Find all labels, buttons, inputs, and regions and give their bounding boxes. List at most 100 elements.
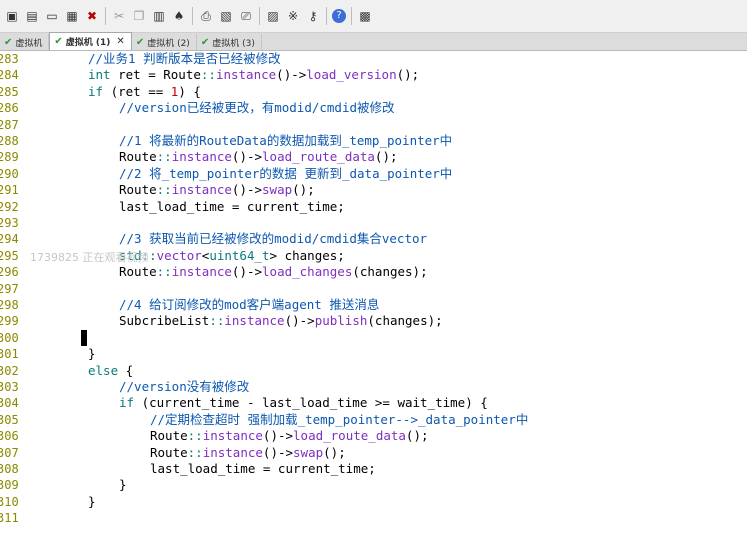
- toolbar: ▣ ▤ ▭ ▦ ✖ ✂ ❐ ▥ ♠ ⎙ ▧ ⎚ ▨ ※ ⚷ ? ▩: [0, 0, 747, 33]
- code-line: 298 //4 给订阅修改的mod客户端agent 推送消息: [0, 297, 747, 313]
- code-text: //定期检查超时 强制加载_temp_pointer-->_data_point…: [150, 411, 529, 427]
- code-editor[interactable]: 283 //业务1 判断版本是否已经被修改 284 int ret = Route::…: [0, 51, 747, 535]
- line-number: 295: [0, 248, 19, 263]
- preview-icon[interactable]: ▧: [218, 8, 234, 24]
- line-number: 287: [0, 117, 19, 132]
- tab-bar: ✔ 虚拟机 ✔ 虚拟机 (1) ✕ ✔ 虚拟机 (2) ✔ 虚拟机 (3): [0, 32, 747, 51]
- code-line: 301}: [0, 346, 747, 362]
- line-number: 285: [0, 84, 19, 99]
- code-line: 296 Route::instance()->load_changes(chang…: [0, 264, 747, 280]
- code-text: Route::instance()->load_route_data();: [119, 149, 398, 165]
- toolbar-separator: [192, 7, 193, 25]
- code-line: 293: [0, 215, 747, 231]
- code-line: 290 //2 将_temp_pointer的数据 更新到_data_pointe…: [0, 166, 747, 182]
- code-text: Route::instance()->load_route_data();: [150, 428, 429, 444]
- line-number: 289: [0, 150, 19, 165]
- code-text: }: [88, 493, 96, 509]
- save-all-icon[interactable]: ▤: [24, 8, 40, 24]
- print-setup-icon[interactable]: ▦: [64, 8, 80, 24]
- tab-label: 虚拟机: [15, 38, 43, 49]
- print-icon[interactable]: ⎙: [198, 8, 214, 24]
- tab-label: 虚拟机 (3): [212, 38, 255, 49]
- tab-label: 虚拟机 (2): [147, 38, 190, 49]
- code-text: //1 将最新的RouteData的数据加载到_temp_pointer中: [119, 133, 453, 148]
- code-text: last_load_time = current_time;: [150, 461, 376, 476]
- line-number: 288: [0, 134, 19, 148]
- code-line: 306 Route::instance()->load_route_data();: [0, 428, 747, 444]
- line-number: 297: [0, 281, 19, 296]
- print2-icon[interactable]: ⎚: [238, 8, 254, 24]
- paste-icon[interactable]: ▥: [151, 8, 167, 24]
- code-line: 305 //定期检查超时 强制加载_temp_pointer-->_data_po…: [0, 412, 747, 428]
- check-icon: ✔: [4, 36, 13, 48]
- line-number: 301: [0, 347, 19, 362]
- code-line: 311: [0, 510, 747, 526]
- tab-label: 虚拟机 (1): [65, 38, 111, 48]
- code-line: 287: [0, 117, 747, 133]
- line-number: 310: [0, 494, 19, 509]
- code-line: 292 last_load_time = current_time;: [0, 199, 747, 215]
- line-number: 284: [0, 68, 19, 83]
- code-line: 309}: [0, 477, 747, 493]
- tab-vm-1[interactable]: ✔ 虚拟机 (1) ✕: [49, 32, 132, 50]
- code-text: last_load_time = current_time;: [119, 198, 345, 214]
- code-line: 294 //3 获取当前已经被修改的modid/cmdid集合vector: [0, 231, 747, 247]
- line-number: 305: [0, 412, 19, 427]
- code-line: 307 Route::instance()->swap();: [0, 445, 747, 461]
- line-number: 311: [0, 511, 19, 526]
- code-text: Route::instance()->load_changes(changes)…: [119, 264, 428, 280]
- code-text: if (current_time - last_load_time >= wai…: [119, 395, 488, 411]
- code-line: 300: [0, 330, 747, 346]
- line-number: 292: [0, 199, 19, 214]
- code-text: int ret = Route::instance()->load_versio…: [88, 67, 420, 83]
- code-text: //业务1 判断版本是否已经被修改: [88, 51, 281, 66]
- code-text: Route::instance()->swap();: [119, 182, 315, 198]
- code-line: 291 Route::instance()->swap();: [0, 182, 747, 198]
- copy-icon[interactable]: ❐: [131, 8, 147, 24]
- toolbar-separator: [105, 7, 106, 25]
- tab-vm-2[interactable]: ✔ 虚拟机 (2): [132, 34, 197, 50]
- code-line: 285 if (ret == 1) {: [0, 84, 747, 100]
- help-icon[interactable]: ?: [332, 9, 346, 23]
- code-line: 297: [0, 281, 747, 297]
- line-number: 306: [0, 429, 19, 444]
- code-line: 299 SubcribeList::instance()->publish(cha…: [0, 313, 747, 329]
- line-number: 304: [0, 396, 19, 411]
- check-icon: ✔: [54, 36, 63, 47]
- line-number: 299: [0, 314, 19, 329]
- close-icon[interactable]: ✖: [84, 8, 100, 24]
- window-icon[interactable]: ▩: [357, 8, 373, 24]
- code-text: //version已经被更改，有modid/cmdid被修改: [119, 100, 395, 116]
- line-number: 296: [0, 265, 19, 280]
- code-line: 302 else {: [0, 363, 747, 379]
- line-number: 286: [0, 101, 19, 116]
- key-icon[interactable]: ⚷: [305, 8, 321, 24]
- code-line: 310}: [0, 494, 747, 510]
- code-text: //version没有被修改: [119, 379, 250, 394]
- line-number: 291: [0, 183, 19, 198]
- line-number: 302: [0, 363, 19, 378]
- open-icon[interactable]: ▭: [44, 8, 60, 24]
- bookmark-icon[interactable]: ▨: [265, 8, 281, 24]
- toolbar-separator: [351, 7, 352, 25]
- line-number: 300: [0, 330, 19, 345]
- code-text: std::vector<uint64_t> changes;: [119, 247, 345, 263]
- line-number: 307: [0, 445, 19, 460]
- code-text: //4 给订阅修改的mod客户端agent 推送消息: [119, 297, 380, 312]
- code-text: }: [88, 346, 96, 362]
- code-line: 288 //1 将最新的RouteData的数据加载到_temp_pointer中: [0, 133, 747, 149]
- watermark: 1739825 正在观看视频: [30, 251, 149, 264]
- code-text: SubcribeList::instance()->publish(change…: [119, 313, 443, 329]
- code-text: //3 获取当前已经被修改的modid/cmdid集合vector: [119, 231, 428, 247]
- check-icon: ✔: [135, 36, 145, 48]
- toolbar-separator: [259, 7, 260, 25]
- settings-icon[interactable]: ※: [285, 8, 301, 24]
- close-tab-icon[interactable]: ✕: [116, 36, 124, 47]
- tab-vm-3[interactable]: ✔ 虚拟机 (3): [197, 34, 262, 50]
- find-icon[interactable]: ♠: [171, 8, 187, 24]
- code-text: if (ret == 1) {: [88, 83, 201, 99]
- code-line: 284 int ret = Route::instance()->load_ver…: [0, 67, 747, 83]
- tab-vm[interactable]: ✔ 虚拟机: [0, 34, 50, 50]
- save-icon[interactable]: ▣: [4, 8, 20, 24]
- cut-icon[interactable]: ✂: [111, 8, 127, 24]
